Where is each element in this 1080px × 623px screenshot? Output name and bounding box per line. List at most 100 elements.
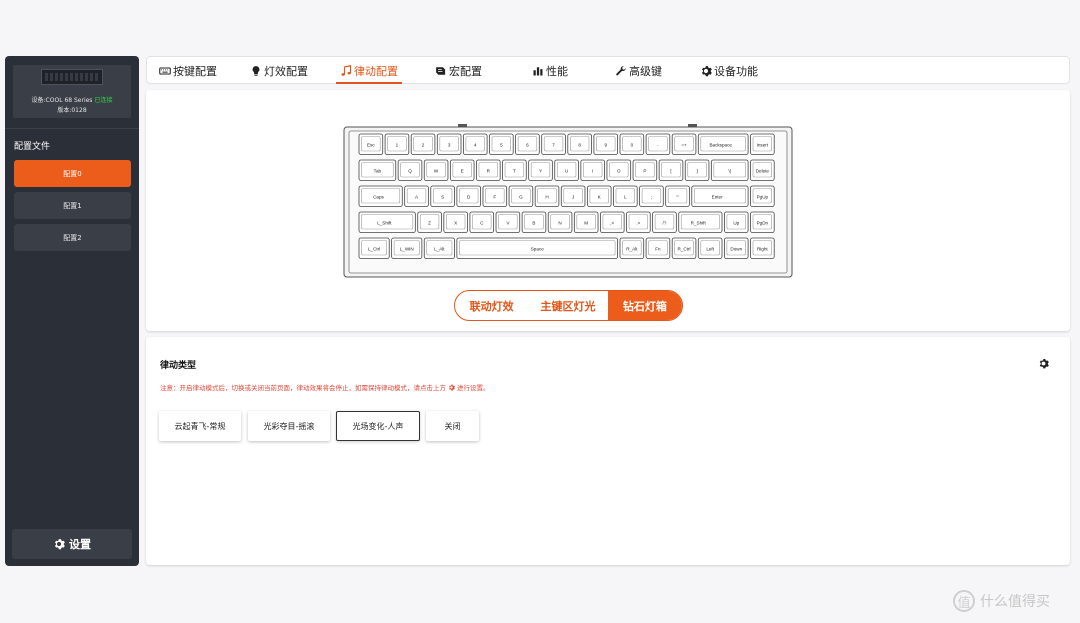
key-label: Z <box>428 220 431 225</box>
key[interactable]: D <box>456 185 481 207</box>
key[interactable]: '" <box>665 185 690 207</box>
key[interactable]: 2 <box>410 133 436 155</box>
key[interactable]: Backspace <box>697 133 749 155</box>
key[interactable]: R_Ctrl <box>671 237 697 259</box>
tab-label: 设备功能 <box>714 64 758 78</box>
key[interactable]: E <box>449 159 475 181</box>
key[interactable]: L_Ctrl <box>358 237 390 259</box>
key-label: ; <box>651 194 652 199</box>
key[interactable]: V <box>495 211 521 233</box>
key[interactable]: P <box>632 159 658 181</box>
key[interactable]: PgUp <box>750 185 775 207</box>
tab-light-config[interactable]: 灯效配置 <box>250 57 308 84</box>
light-zone-diamond[interactable]: 钻石灯箱 <box>607 291 682 320</box>
key[interactable]: ] <box>684 159 710 181</box>
key[interactable]: H <box>534 185 560 207</box>
gear-icon <box>701 65 712 76</box>
key[interactable]: W <box>423 159 449 181</box>
key[interactable]: [ <box>658 159 684 181</box>
keyboard-diagram: Esc 1 2 3 4 5 6 7 8 9 0 - =+ Backspace Insert Tab Q W E R T Y… <box>343 124 793 278</box>
key[interactable]: Right <box>750 237 775 259</box>
key[interactable]: R_Alt <box>619 237 645 259</box>
key[interactable]: Caps <box>358 185 403 207</box>
key[interactable]: 5 <box>489 133 514 155</box>
key[interactable]: B <box>521 211 547 233</box>
tab-advanced-keys[interactable]: 高级键 <box>615 57 662 84</box>
key[interactable]: R_Shift <box>678 211 723 233</box>
tab-macro-config[interactable]: 宏配置 <box>435 57 482 84</box>
key[interactable]: Left <box>697 237 723 259</box>
key[interactable]: Y <box>528 159 553 181</box>
key[interactable]: Delete <box>750 159 775 181</box>
key[interactable]: K <box>586 185 612 207</box>
key[interactable]: I <box>580 159 605 181</box>
rhythm-option-normal[interactable]: 云起青飞-常规 <box>159 411 241 441</box>
profile-button-0[interactable]: 配置0 <box>14 160 131 187</box>
key-label: L_Shift <box>377 220 392 225</box>
key[interactable]: /? <box>652 211 677 233</box>
rhythm-option-off[interactable]: 关闭 <box>426 411 479 441</box>
key[interactable]: Q <box>397 159 423 181</box>
tab-performance[interactable]: 性能 <box>532 57 568 84</box>
light-zone-main-keys[interactable]: 主键区灯光 <box>528 291 607 320</box>
key[interactable]: \| <box>710 159 749 181</box>
key[interactable]: X <box>443 211 468 233</box>
key[interactable]: Z <box>417 211 442 233</box>
key[interactable]: Tab <box>358 159 397 181</box>
key[interactable]: N <box>547 211 573 233</box>
key[interactable]: ,< <box>600 211 625 233</box>
key[interactable]: Up <box>723 211 749 233</box>
key[interactable]: T <box>502 159 527 181</box>
key[interactable]: 1 <box>384 133 410 155</box>
key[interactable]: 0 <box>619 133 645 155</box>
key[interactable]: ; <box>639 185 664 207</box>
key[interactable]: L_Shift <box>358 211 416 233</box>
profile-button-2[interactable]: 配置2 <box>14 224 131 251</box>
key[interactable]: L_WIN <box>391 237 423 259</box>
key[interactable]: C <box>469 211 495 233</box>
key[interactable]: O <box>606 159 632 181</box>
key[interactable]: =+ <box>671 133 697 155</box>
key[interactable]: 4 <box>463 133 488 155</box>
key[interactable]: 6 <box>515 133 540 155</box>
gear-icon[interactable] <box>1038 358 1049 369</box>
key-label: Y <box>539 168 542 173</box>
key[interactable]: .> <box>626 211 651 233</box>
key[interactable]: G <box>508 185 534 207</box>
key[interactable]: Space <box>456 237 619 259</box>
key[interactable]: Insert <box>750 133 775 155</box>
key[interactable]: F <box>482 185 508 207</box>
key[interactable]: Down <box>723 237 749 259</box>
key-label: ] <box>696 168 697 173</box>
key-label: 9 <box>604 142 607 147</box>
key[interactable]: - <box>645 133 671 155</box>
key[interactable]: A <box>404 185 429 207</box>
key[interactable]: L <box>613 185 638 207</box>
tab-label: 高级键 <box>629 64 662 78</box>
profile-button-1[interactable]: 配置1 <box>14 192 131 219</box>
key[interactable]: 3 <box>436 133 462 155</box>
key[interactable]: 9 <box>593 133 618 155</box>
key[interactable]: Enter <box>691 185 749 207</box>
tab-key-config[interactable]: 按键配置 <box>159 57 217 84</box>
rhythm-option-rock[interactable]: 光彩夺目-摇滚 <box>248 411 330 441</box>
key[interactable]: R <box>476 159 501 181</box>
key-label: R_Alt <box>626 246 638 251</box>
key[interactable]: U <box>554 159 579 181</box>
rhythm-option-vocal[interactable]: 光场变化-人声 <box>336 411 420 441</box>
light-zone-linked[interactable]: 联动灯效 <box>455 291 528 320</box>
key[interactable]: 7 <box>541 133 566 155</box>
rhythm-panel: 律动类型 注意：开启律动模式后，切换或关闭当前页面，律动效果将会停止，如需保持律… <box>146 337 1070 565</box>
key[interactable]: PgDn <box>750 211 775 233</box>
key[interactable]: Fn <box>645 237 671 259</box>
tab-device-functions[interactable]: 设备功能 <box>700 57 758 84</box>
key[interactable]: J <box>560 185 586 207</box>
key[interactable]: 8 <box>567 133 592 155</box>
key[interactable]: M <box>573 211 599 233</box>
key[interactable]: Esc <box>358 133 384 155</box>
key[interactable]: L_Alt <box>423 237 455 259</box>
key[interactable]: S <box>430 185 455 207</box>
tab-rhythm-config[interactable]: 律动配置 <box>336 57 402 84</box>
key-label: I <box>592 168 593 173</box>
settings-button[interactable]: 设置 <box>12 529 132 559</box>
